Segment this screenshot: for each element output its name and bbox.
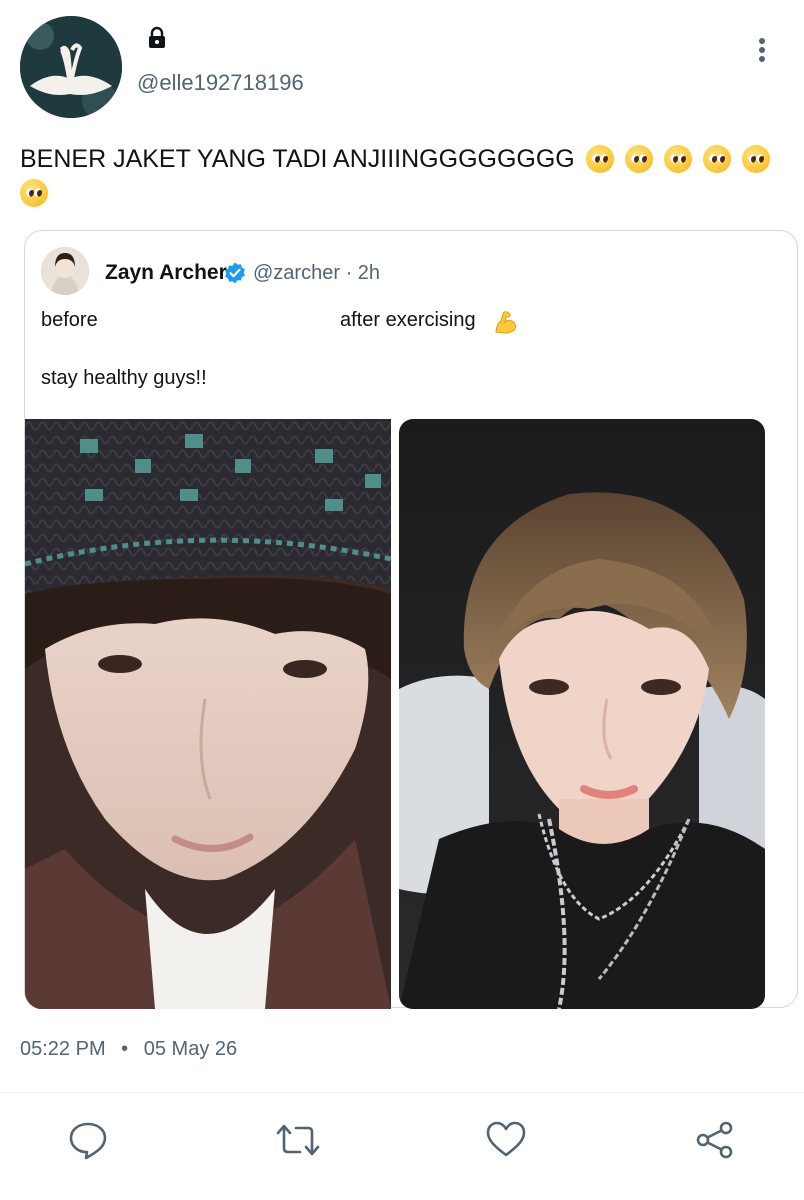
quoted-tweet[interactable]: Zayn Archer @zarcher · 2h before after e… — [24, 230, 798, 1009]
tweet-time: 05:22 PM — [20, 1038, 106, 1060]
quoted-handle: @zarcher — [253, 262, 340, 284]
after-photo[interactable] — [399, 419, 765, 1009]
quoted-author-name[interactable]: Zayn Archer — [105, 261, 227, 285]
share-icon[interactable] — [695, 1120, 735, 1160]
pleading-face-emoji — [663, 145, 692, 173]
separator-dot: · — [345, 262, 353, 284]
tweet-text: BENER JAKET YANG TADI ANJIIINGGGGGGGG — [20, 142, 780, 210]
meta-dot: • — [121, 1038, 129, 1060]
quoted-age: 2h — [357, 262, 381, 284]
quoted-text-line2: stay healthy guys!! — [41, 367, 207, 389]
pleading-face-emoji — [20, 179, 48, 207]
author-handle[interactable]: @elle192718196 — [137, 70, 304, 96]
quoted-text-before: before — [41, 309, 98, 331]
more-options-icon[interactable] — [750, 36, 774, 71]
like-icon[interactable] — [486, 1120, 526, 1160]
tweet-date: 05 May 26 — [143, 1038, 238, 1060]
reply-icon[interactable] — [68, 1120, 108, 1160]
before-photo[interactable] — [25, 419, 391, 1009]
swan-avatar-image — [20, 16, 122, 118]
author-avatar[interactable] — [20, 16, 122, 118]
pleading-face-emoji — [702, 145, 731, 173]
action-divider — [0, 1092, 804, 1093]
quoted-author-handle-and-age[interactable]: @zarcher · 2h — [253, 262, 380, 285]
pleading-face-emoji — [624, 145, 653, 173]
verified-badge-icon — [223, 261, 247, 290]
quoted-text-after: after exercising — [340, 309, 476, 331]
quoted-author-avatar[interactable] — [41, 247, 89, 295]
protected-lock-icon — [145, 26, 169, 55]
pleading-face-emoji — [741, 145, 770, 173]
flexed-biceps-emoji — [493, 309, 519, 340]
retweet-icon[interactable] — [276, 1120, 320, 1160]
pleading-face-emoji — [585, 145, 614, 173]
tweet-body: BENER JAKET YANG TADI ANJIIINGGGGGGGG — [20, 145, 575, 173]
tweet-timestamp[interactable]: 05:22 PM • 05 May 26 — [20, 1038, 237, 1061]
